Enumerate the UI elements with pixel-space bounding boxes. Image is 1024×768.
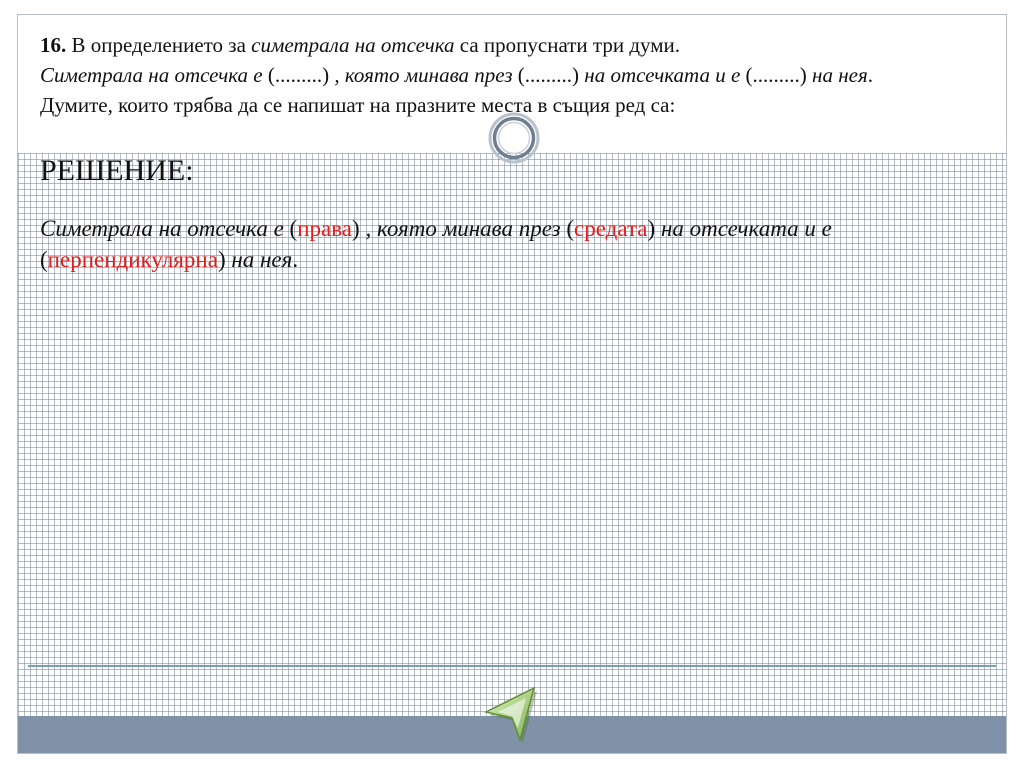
solution-period: .: [292, 247, 299, 272]
problem-number: 16.: [40, 33, 67, 57]
blank-2: (.........): [517, 63, 580, 87]
problem-sentence: Симетрала на отсечка е (.........) , коя…: [40, 60, 988, 90]
ring-icon: [488, 112, 540, 164]
solution-part3: на отсечката и е: [660, 216, 832, 241]
sentence-part2: , която минава през: [334, 63, 513, 87]
intro-text: В определението за: [71, 33, 246, 57]
problem-intro-line: 16. В определението за симетрала на отсе…: [40, 30, 988, 60]
answer-3: перпендикулярна: [47, 247, 218, 272]
solution-part1: Симетрала на отсечка е: [40, 216, 284, 241]
back-arrow-icon[interactable]: [484, 684, 540, 744]
blank-1: (.........): [267, 63, 330, 87]
solution-part2: , която минава през: [365, 216, 561, 241]
sentence-part3: на отсечката и е: [584, 63, 741, 87]
divider-line: [28, 665, 996, 667]
answer-2: средата: [574, 216, 648, 241]
intro-term: симетрала на отсечка: [251, 33, 455, 57]
solution-sentence: Симетрала на отсечка е (права) , която м…: [40, 216, 832, 272]
problem-statement: 16. В определението за симетрала на отсе…: [40, 30, 988, 120]
sentence-part1: Симетрала на отсечка е: [40, 63, 263, 87]
sentence-part4: на нея: [812, 63, 868, 87]
solution-part4: на нея: [231, 247, 293, 272]
intro-tail: са пропуснати три думи.: [459, 33, 680, 57]
sentence-period: .: [867, 63, 873, 87]
blank-3: (.........): [745, 63, 807, 87]
answer-1: права: [297, 216, 353, 241]
